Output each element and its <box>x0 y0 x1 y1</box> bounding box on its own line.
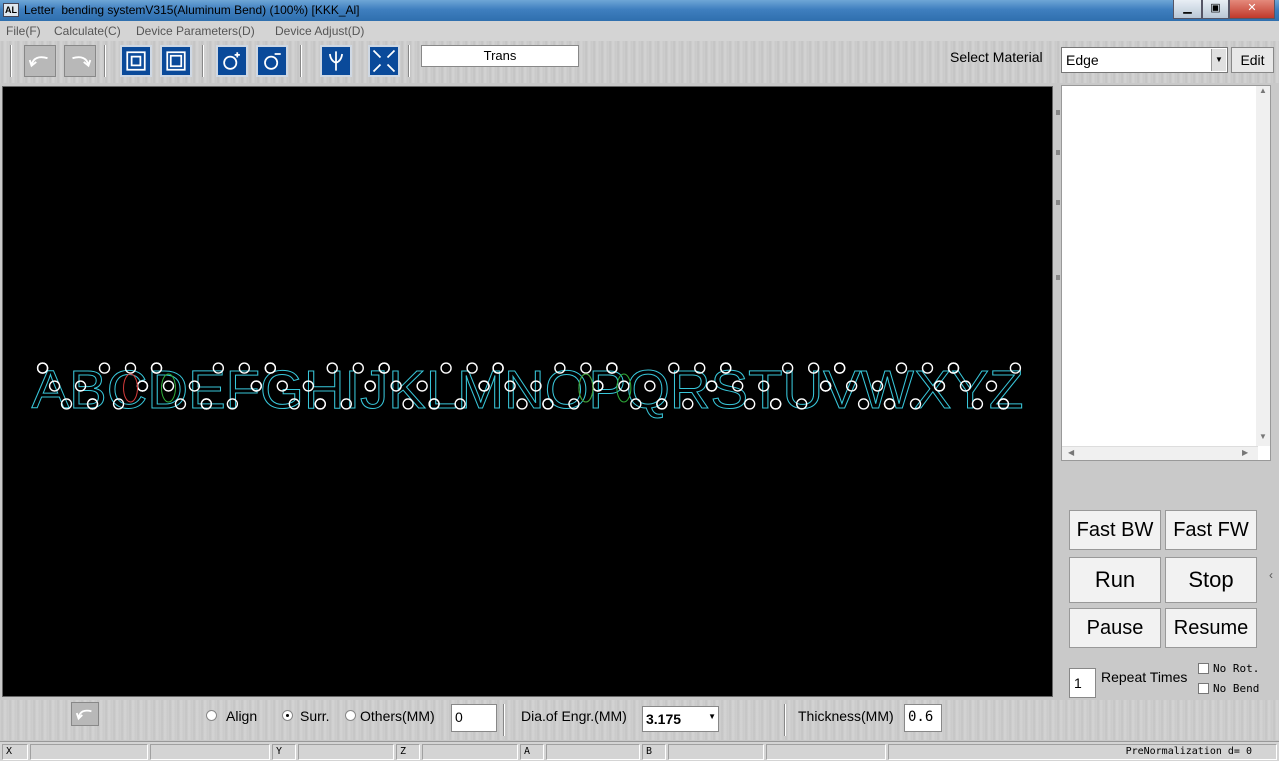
no-rot-label: No Rot. <box>1213 662 1260 675</box>
redo-button[interactable] <box>64 45 96 77</box>
split-y-button[interactable] <box>320 45 352 77</box>
edit-button[interactable]: Edit <box>1231 47 1274 73</box>
minimize-button[interactable]: ▁ <box>1173 0 1202 19</box>
no-rot-checkbox[interactable] <box>1198 663 1209 674</box>
status-info: PreNormalization d= 0 <box>888 744 1277 760</box>
window-title: Letter bending systemV315(Aluminum Bend)… <box>24 3 360 17</box>
remove-circle-icon <box>264 53 281 70</box>
dia-engraver-label: Dia.of Engr.(MM) <box>521 708 627 724</box>
status-b-label: B <box>642 744 666 760</box>
app-icon: AL <box>3 3 19 17</box>
letter-outline-preview: ABCDEFGHIJKLMNOPQRSTUVWXYZ <box>31 359 1024 420</box>
scroll-up-icon[interactable]: ▲ <box>1259 86 1267 95</box>
add-circle-button[interactable] <box>216 45 248 77</box>
status-cell <box>150 744 270 760</box>
option-separator <box>784 704 786 736</box>
mode-field[interactable]: Trans <box>421 45 579 67</box>
option-separator <box>503 704 505 736</box>
remove-circle-button[interactable] <box>256 45 288 77</box>
scroll-left-icon[interactable]: ◀ <box>1068 448 1074 457</box>
toolbar-separator <box>300 45 302 77</box>
surr-radio[interactable] <box>282 710 293 721</box>
align-label: Align <box>226 708 258 724</box>
redo-arrow-icon <box>72 56 92 68</box>
menu-device-parameters[interactable]: Device Parameters(D) <box>136 24 255 38</box>
no-bend-label: No Bend <box>1213 682 1260 695</box>
undo-button[interactable] <box>24 45 56 77</box>
repeat-times-input[interactable]: 1 <box>1069 668 1096 698</box>
status-y-value <box>298 744 394 760</box>
split-y-icon <box>329 51 343 71</box>
surr-label: Surr. <box>300 708 330 724</box>
inner-frame-button[interactable] <box>160 45 192 77</box>
status-b-value <box>668 744 764 760</box>
expand-corners-icon <box>372 49 396 73</box>
pause-button[interactable]: Pause <box>1069 608 1161 648</box>
close-button[interactable]: ✕ <box>1229 0 1275 19</box>
undo-arrow-icon <box>75 709 92 721</box>
title-bar: AL Letter bending systemV315(Aluminum Be… <box>0 0 1279 21</box>
menu-calculate[interactable]: Calculate(C) <box>54 24 121 38</box>
thickness-input[interactable]: 0.6 <box>904 704 942 732</box>
dia-engraver-value: 3.175 <box>646 711 682 727</box>
scroll-down-icon[interactable]: ▼ <box>1259 432 1267 441</box>
status-x-value <box>30 744 148 760</box>
expand-corners-button[interactable] <box>368 45 400 77</box>
material-list-panel[interactable]: ▲ ▼ ◀ ▶ <box>1061 85 1271 461</box>
menu-file[interactable]: File(F) <box>6 24 41 38</box>
list-vertical-scrollbar[interactable]: ▲ ▼ <box>1256 86 1270 446</box>
status-x-label: X <box>2 744 28 760</box>
drawing-canvas[interactable]: ABCDEFGHIJKLMNOPQRSTUVWXYZ <box>2 86 1053 697</box>
material-value: Edge <box>1066 52 1099 68</box>
others-input[interactable]: 0 <box>451 704 497 732</box>
repeat-times-label: Repeat Times <box>1101 669 1188 685</box>
options-bar: Align Surr. Others(MM) 0 Dia.of Engr.(MM… <box>0 700 1279 740</box>
toolbar-separator <box>104 45 106 77</box>
material-dropdown[interactable]: Edge ▼ <box>1061 47 1228 73</box>
status-y-label: Y <box>272 744 296 760</box>
status-cell <box>766 744 886 760</box>
toolbar-separator <box>10 45 12 77</box>
run-button[interactable]: Run <box>1069 557 1161 603</box>
chevron-down-icon[interactable]: ▼ <box>708 712 716 721</box>
stop-button[interactable]: Stop <box>1165 557 1257 603</box>
thickness-label: Thickness(MM) <box>798 708 894 724</box>
reset-view-button[interactable] <box>71 702 99 726</box>
outer-frame-icon <box>126 51 146 71</box>
align-radio[interactable] <box>206 710 217 721</box>
status-bar: X Y Z A B PreNormalization d= 0 <box>0 741 1279 761</box>
collapse-arrow-icon[interactable]: ‹ <box>1269 568 1273 582</box>
toolbar-separator <box>202 45 204 77</box>
no-bend-checkbox[interactable] <box>1198 683 1209 694</box>
status-a-label: A <box>520 744 544 760</box>
others-label: Others(MM) <box>360 708 435 724</box>
menu-device-adjust[interactable]: Device Adjust(D) <box>275 24 364 38</box>
maximize-button[interactable]: ▣ <box>1202 0 1229 19</box>
fast-bw-button[interactable]: Fast BW <box>1069 510 1161 550</box>
select-material-label: Select Material <box>950 49 1043 65</box>
toolbar: Trans Select Material Edge ▼ Edit <box>0 41 1279 83</box>
outer-frame-button[interactable] <box>120 45 152 77</box>
list-horizontal-scrollbar[interactable]: ◀ ▶ <box>1062 446 1258 460</box>
scroll-right-icon[interactable]: ▶ <box>1242 448 1248 457</box>
add-circle-icon <box>223 52 240 70</box>
toolbar-separator <box>408 45 410 77</box>
chevron-down-icon[interactable]: ▼ <box>1211 49 1226 71</box>
fast-fw-button[interactable]: Fast FW <box>1165 510 1257 550</box>
resume-button[interactable]: Resume <box>1165 608 1257 648</box>
inner-frame-icon <box>166 51 186 71</box>
status-z-value <box>422 744 518 760</box>
status-a-value <box>546 744 640 760</box>
dia-engraver-select[interactable]: 3.175 ▼ <box>642 706 719 732</box>
menu-bar: File(F) Calculate(C) Device Parameters(D… <box>0 21 1279 41</box>
status-z-label: Z <box>396 744 420 760</box>
others-radio[interactable] <box>345 710 356 721</box>
undo-arrow-icon <box>28 56 48 68</box>
